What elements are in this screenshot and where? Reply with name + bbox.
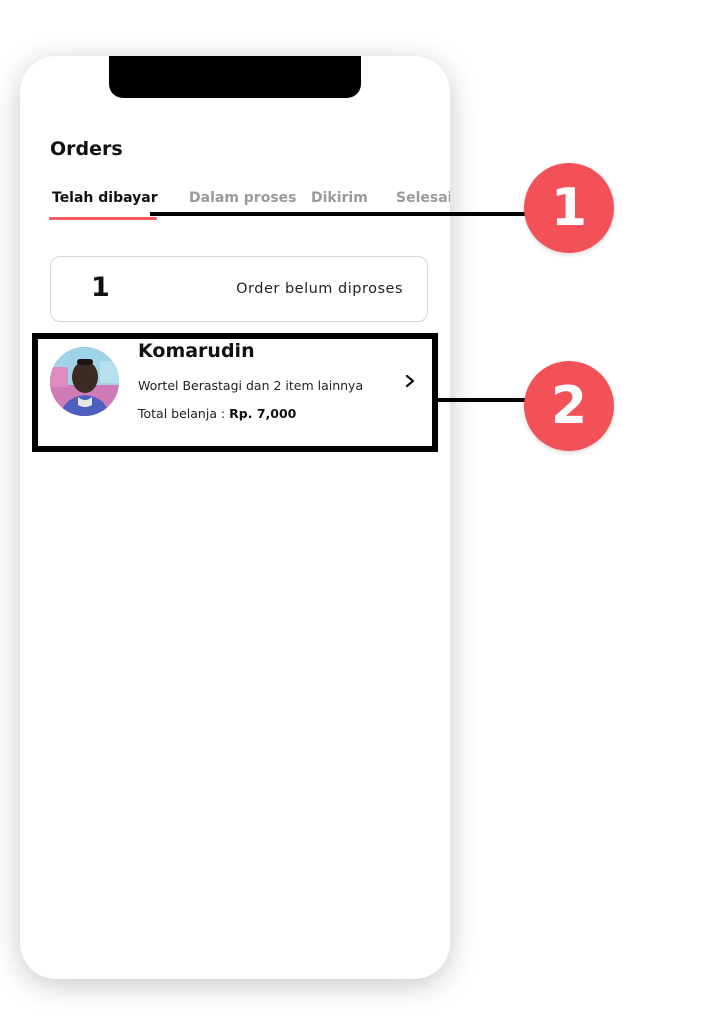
callout-highlight-frame xyxy=(32,333,438,452)
callout-badge-2: 2 xyxy=(524,361,614,451)
phone-frame: Orders Telah dibayar Dalam proses Dikiri… xyxy=(20,56,450,979)
unprocessed-order-count: 1 xyxy=(91,272,110,303)
active-tab-indicator xyxy=(49,217,157,220)
tab-telah-dibayar[interactable]: Telah dibayar xyxy=(52,190,158,206)
page-title: Orders xyxy=(50,138,123,160)
phone-notch xyxy=(109,56,361,98)
tab-selesai[interactable]: Selesai xyxy=(396,190,450,206)
tab-dikirim[interactable]: Dikirim xyxy=(311,190,368,206)
unprocessed-order-label: Order belum diproses xyxy=(236,281,403,297)
callout-connector-2 xyxy=(436,398,530,402)
tab-dalam-proses[interactable]: Dalam proses xyxy=(189,190,296,206)
callout-badge-1: 1 xyxy=(524,163,614,253)
unprocessed-orders-summary: 1 Order belum diproses xyxy=(50,256,428,322)
callout-connector-1 xyxy=(150,212,530,216)
